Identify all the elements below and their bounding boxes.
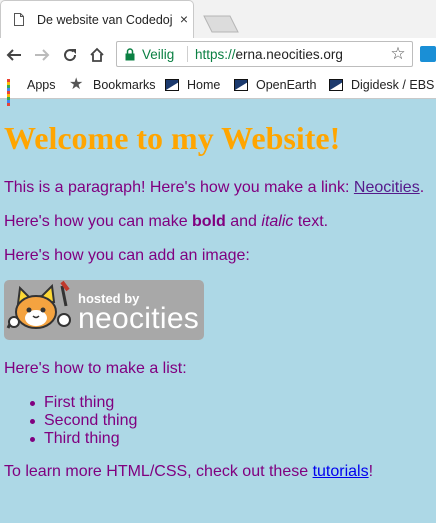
bookmark-label: Digidesk / EBS xyxy=(351,78,435,92)
paragraph-text: To learn more HTML/CSS, check out these xyxy=(4,463,313,480)
paragraph-text: and xyxy=(225,213,262,230)
bookmark-bookmarks[interactable]: ★ Bookmarks xyxy=(69,76,156,94)
badge-neocities: neocities xyxy=(78,302,200,335)
address-bar[interactable]: Veilig https://erna.neocities.org ☆ xyxy=(116,41,413,67)
bookmarks-bar: Apps ★ Bookmarks Home OpenEarth Digidesk… xyxy=(0,72,436,106)
page-heading: Welcome to my Website! xyxy=(4,120,341,156)
url-text[interactable]: https://erna.neocities.org xyxy=(195,47,343,62)
paragraph-link: This is a paragraph! Here's how you make… xyxy=(4,179,424,197)
back-button[interactable] xyxy=(3,44,25,66)
page-icon xyxy=(14,13,24,26)
home-button[interactable] xyxy=(86,44,108,66)
tab-title: De website van Codedojo xyxy=(37,13,173,27)
bookmark-label: OpenEarth xyxy=(256,78,317,92)
tab-active[interactable]: De website van Codedojo × xyxy=(0,0,194,38)
hosted-by-neocities-badge: hosted by neocities xyxy=(4,280,204,340)
forward-arrow-icon xyxy=(35,49,50,61)
list-item: First thing xyxy=(29,394,137,412)
paragraph-text: Here's how you can make xyxy=(4,213,193,230)
divider xyxy=(187,46,188,62)
tab-strip: De website van Codedojo × xyxy=(0,0,436,39)
neocities-cat-logo xyxy=(6,280,71,329)
tab-close-icon[interactable]: × xyxy=(177,11,191,27)
paragraph-text: This is a paragraph! Here's how you make… xyxy=(4,179,354,196)
apps-grid-icon xyxy=(7,79,19,106)
home-icon xyxy=(90,47,104,62)
paragraph-list-intro: Here's how to make a list: xyxy=(4,360,187,377)
url-host: erna.neocities.org xyxy=(235,47,343,62)
bold-text: bold xyxy=(192,213,226,230)
neocities-link[interactable]: Neocities xyxy=(354,179,420,196)
bookmark-label: Apps xyxy=(27,78,56,92)
reload-icon xyxy=(64,49,77,62)
paragraph-end: text. xyxy=(293,213,329,230)
paragraph-end: . xyxy=(419,179,425,196)
paragraph-end: ! xyxy=(368,463,374,480)
new-tab-button[interactable] xyxy=(200,15,240,33)
bookmark-label: Bookmarks xyxy=(93,78,156,92)
item-list: First thing Second thing Third thing xyxy=(29,394,138,448)
bookmark-home[interactable]: Home xyxy=(165,76,220,94)
bookmark-label: Home xyxy=(187,78,221,92)
paragraph-tutorials: To learn more HTML/CSS, check out these … xyxy=(4,463,373,481)
bookmark-apps[interactable]: Apps xyxy=(7,76,56,106)
flag-icon xyxy=(329,79,343,91)
forward-button[interactable] xyxy=(31,44,53,66)
list-item: Second thing xyxy=(29,412,138,429)
reload-button[interactable] xyxy=(59,44,81,66)
paragraph-formatting: Here's how you can make bold and italic … xyxy=(4,213,328,231)
paragraph-image: Here's how you can add an image: xyxy=(4,247,250,264)
tutorials-link[interactable]: tutorials xyxy=(313,463,369,480)
secure-label: Veilig xyxy=(142,47,175,62)
bookmark-openearth[interactable]: OpenEarth xyxy=(234,76,316,94)
star-icon: ★ xyxy=(69,76,84,93)
back-arrow-icon xyxy=(6,49,21,61)
flag-icon xyxy=(165,79,179,91)
list-item: Third thing xyxy=(29,430,137,448)
url-scheme: https:// xyxy=(195,47,236,62)
flag-icon xyxy=(234,79,248,91)
italic-text: italic xyxy=(261,213,294,230)
bookmark-digidesk[interactable]: Digidesk / EBS xyxy=(329,76,434,94)
lock-icon xyxy=(125,48,135,61)
extension-icon[interactable] xyxy=(420,46,436,62)
bookmark-star-icon[interactable]: ☆ xyxy=(388,44,408,64)
